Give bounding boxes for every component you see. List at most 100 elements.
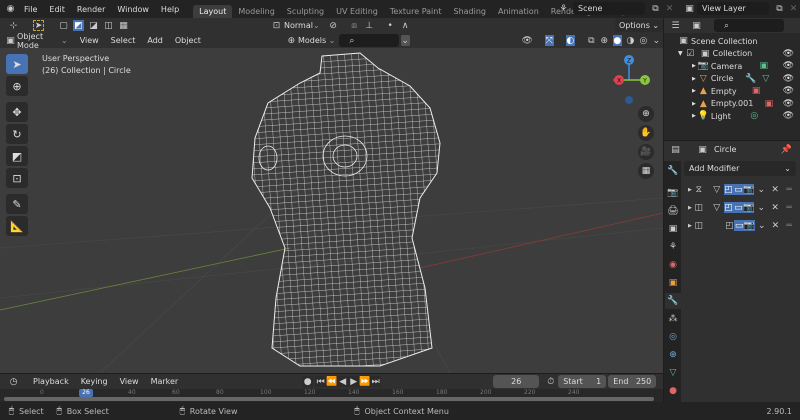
- constraints-tab-icon[interactable]: ⊕: [665, 347, 681, 363]
- modifier-panel-subdivision-2[interactable]: ▶ ◫ ◰ ▭ 📷 ⌄ ✕ ═: [684, 218, 796, 233]
- outliner-scene-collection[interactable]: ▣ Scene Collection: [664, 35, 800, 48]
- snap-target-icon[interactable]: ⊥: [364, 20, 375, 31]
- menu-edit[interactable]: Edit: [43, 5, 71, 14]
- tab-layout[interactable]: Layout: [193, 5, 233, 18]
- viewport-menu-view[interactable]: View: [74, 36, 105, 45]
- tool-move[interactable]: ✥: [6, 102, 28, 122]
- menu-help[interactable]: Help: [155, 5, 185, 14]
- filter-dropdown-icon[interactable]: ⌄: [400, 35, 410, 46]
- realtime-icon[interactable]: ▭: [733, 184, 744, 195]
- delete-view-layer-icon[interactable]: ✕: [788, 3, 799, 14]
- realtime-icon[interactable]: ▭: [733, 202, 744, 213]
- object-mode-dropdown[interactable]: Object Mode: [17, 32, 58, 50]
- render-icon[interactable]: 📷: [743, 184, 754, 195]
- snap-icon[interactable]: ⧈: [349, 20, 360, 31]
- mode-subtract-icon[interactable]: ◪: [88, 20, 99, 31]
- camera-view-icon[interactable]: 🎥: [638, 144, 654, 160]
- material-tab-icon[interactable]: ●: [665, 383, 681, 399]
- tool-transform[interactable]: ⊡: [6, 168, 28, 188]
- physics-tab-icon[interactable]: ◎: [665, 329, 681, 345]
- menu-file[interactable]: File: [18, 5, 43, 14]
- timeline-ruler[interactable]: 020406080100120140160180200220240 26: [0, 389, 663, 402]
- edit-cage-icon[interactable]: ▽: [712, 184, 722, 195]
- xray-icon[interactable]: ⧉: [587, 35, 596, 46]
- scene-icon[interactable]: ⚘: [558, 3, 569, 14]
- options-dropdown[interactable]: Options ⌄: [615, 19, 664, 32]
- navigation-gizmo[interactable]: Z Y X: [605, 52, 655, 107]
- tool-cursor[interactable]: ⊕: [6, 76, 28, 96]
- remove-icon[interactable]: ✕: [770, 202, 780, 213]
- eye-icon[interactable]: 👁: [783, 74, 794, 84]
- mode-intersect-icon[interactable]: ▦: [118, 20, 129, 31]
- display-mode-icon[interactable]: ▣: [691, 20, 702, 31]
- modifier-panel-subdivision[interactable]: ▶ ◫ ▽ ◰ ▭ 📷 ⌄ ✕ ═: [684, 200, 796, 215]
- render-icon[interactable]: 📷: [743, 202, 754, 213]
- pin-icon[interactable]: 📌: [781, 144, 792, 155]
- scene-selector[interactable]: Scene: [573, 2, 645, 15]
- jump-start-icon[interactable]: ⏮: [315, 376, 327, 387]
- ortho-toggle-icon[interactable]: ▦: [638, 163, 654, 179]
- outliner-item-empty[interactable]: ▶ ▲ Empty ▣ 👁: [664, 85, 800, 98]
- outliner-search-input[interactable]: ⌕: [714, 19, 784, 32]
- tab-sculpting[interactable]: Sculpting: [281, 5, 330, 18]
- outliner-item-empty-001[interactable]: ▶ ▲ Empty.001 ▣ 👁: [664, 98, 800, 111]
- tool-rotate[interactable]: ↻: [6, 124, 28, 144]
- outliner-item-circle[interactable]: ▶ ▽ Circle 🔧 ▽ 👁: [664, 73, 800, 86]
- play-icon[interactable]: ▶: [348, 376, 360, 387]
- eye-icon[interactable]: 👁: [783, 111, 794, 121]
- tab-shading[interactable]: Shading: [447, 5, 492, 18]
- shading-solid-icon[interactable]: ●: [612, 35, 622, 46]
- tab-texture-paint[interactable]: Texture Paint: [384, 5, 448, 18]
- tab-modeling[interactable]: Modeling: [232, 5, 280, 18]
- viewport-search-input[interactable]: ⌕: [339, 34, 399, 47]
- viewport-menu-object[interactable]: Object: [169, 36, 207, 45]
- select-tool-icon[interactable]: ➤: [33, 20, 44, 31]
- tool-select-box[interactable]: ➤: [6, 54, 28, 74]
- transform-orientation-icon[interactable]: ⊡: [271, 20, 282, 31]
- dropdown-icon[interactable]: ⌄: [756, 202, 766, 213]
- mode-invert-icon[interactable]: ◫: [103, 20, 114, 31]
- jump-keyframe-back-icon[interactable]: ⏪: [326, 376, 337, 387]
- stopwatch-icon[interactable]: ⏱: [545, 376, 556, 387]
- modifier-tab-icon[interactable]: 🔧: [665, 293, 681, 309]
- shading-options-icon[interactable]: ⌄: [652, 35, 661, 46]
- tool-tab-icon[interactable]: 🔧: [665, 163, 681, 179]
- tool-measure[interactable]: 📐: [6, 216, 28, 236]
- 3d-viewport[interactable]: ➤ ⊕ ✥ ↻ ◩ ⊡ ✎ 📐 User Perspective (26) Co…: [0, 48, 663, 373]
- drag-handle-icon[interactable]: ═: [784, 202, 794, 213]
- gizmo-neg-z[interactable]: [625, 96, 633, 104]
- playhead[interactable]: 26: [79, 389, 93, 397]
- dropdown-icon[interactable]: ⌄: [756, 184, 766, 195]
- expand-icon[interactable]: ▶: [688, 223, 692, 229]
- scene-tab-icon[interactable]: ⚘: [665, 239, 681, 255]
- proportional-edit-icon[interactable]: •: [385, 20, 396, 31]
- add-modifier-dropdown[interactable]: Add Modifier ⌄: [684, 161, 796, 176]
- menu-window[interactable]: Window: [111, 5, 155, 14]
- pan-hand-icon[interactable]: ✋: [638, 125, 654, 141]
- realtime-icon[interactable]: ▭: [734, 220, 744, 231]
- timeline-menu-playback[interactable]: Playback: [27, 377, 75, 386]
- dropdown-icon[interactable]: ⌄: [757, 220, 767, 231]
- pivot-point-icon[interactable]: ⊘: [328, 20, 339, 31]
- particles-tab-icon[interactable]: ⁂: [665, 311, 681, 327]
- eye-icon[interactable]: 👁: [783, 61, 794, 71]
- remove-icon[interactable]: ✕: [770, 184, 780, 195]
- drag-handle-icon[interactable]: ═: [784, 184, 794, 195]
- world-tab-icon[interactable]: ◉: [665, 257, 681, 273]
- remove-icon[interactable]: ✕: [771, 220, 781, 231]
- timeline-menu-view[interactable]: View: [114, 377, 145, 386]
- menu-render[interactable]: Render: [71, 5, 111, 14]
- drag-handle-icon[interactable]: ═: [784, 220, 794, 231]
- end-frame-input[interactable]: End 250: [608, 375, 657, 388]
- shading-wireframe-icon[interactable]: ⊕: [600, 35, 609, 46]
- transform-orientation-dropdown[interactable]: Normal: [284, 21, 313, 30]
- outliner-collection[interactable]: ▼ ☑ ▣ Collection 👁: [664, 48, 800, 61]
- viewport-menu-select[interactable]: Select: [105, 36, 142, 45]
- eye-icon[interactable]: 👁: [783, 86, 794, 96]
- timeline-menu-marker[interactable]: Marker: [145, 377, 185, 386]
- editmode-icon[interactable]: ◰: [725, 220, 735, 231]
- gizmo-toggle-icon[interactable]: ⤧: [544, 35, 554, 46]
- tool-scale[interactable]: ◩: [6, 146, 28, 166]
- tool-annotate[interactable]: ✎: [6, 194, 28, 214]
- record-icon[interactable]: ●: [302, 376, 314, 387]
